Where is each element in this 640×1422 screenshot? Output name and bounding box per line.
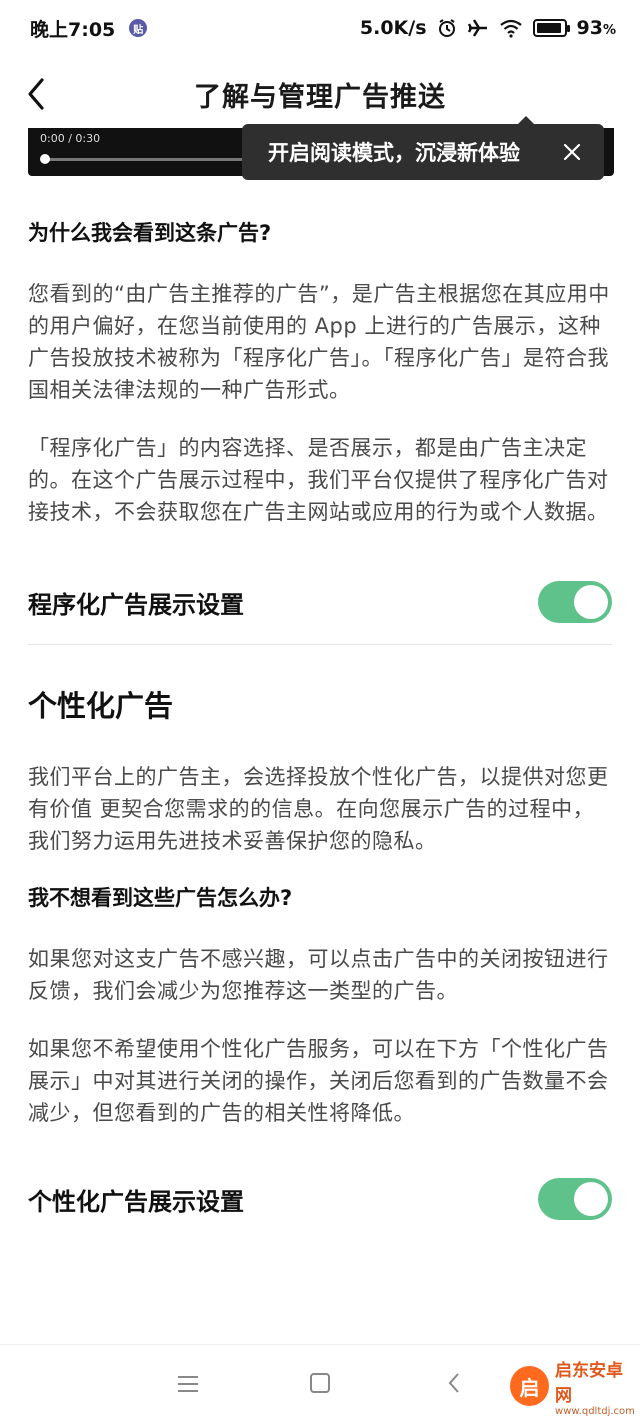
- battery-level: 93: [576, 17, 603, 39]
- notification-badge-icon: 贴: [129, 19, 148, 37]
- toggle-knob: [574, 585, 608, 619]
- chevron-left-icon[interactable]: [22, 74, 54, 114]
- watermark-text: 启东安卓网 www.qdltdj.com: [555, 1356, 638, 1417]
- status-time: 晚上7:05: [30, 18, 116, 41]
- why-heading: 为什么我会看到这条广告?: [28, 221, 272, 245]
- programmatic-ad-setting-label: 程序化广告展示设置: [28, 590, 244, 619]
- programmatic-ad-toggle[interactable]: [538, 581, 612, 623]
- page-title: 了解与管理广告推送: [194, 81, 446, 113]
- article-content: 为什么我会看到这条广告? 您看到的“由广告主推荐的广告”，是广告主根据您在其应用…: [28, 200, 612, 1239]
- app-header: 了解与管理广告推送: [0, 56, 640, 132]
- toggle-knob: [574, 1182, 608, 1216]
- alarm-icon: [438, 19, 455, 37]
- close-icon[interactable]: [562, 142, 582, 162]
- personalized-paragraph: 我们平台上的广告主，会选择投放个性化广告，以提供对您更有价值 更契合您需求的的信…: [28, 765, 609, 853]
- battery-percent: 93%: [576, 17, 616, 39]
- battery-fill: [536, 23, 561, 33]
- status-bar: 晚上7:05 贴 5.0K/s 93%: [0, 0, 640, 56]
- back-icon[interactable]: [446, 1371, 462, 1395]
- video-time: 0:00 / 0:30: [40, 132, 101, 145]
- why-paragraph-1: 您看到的“由广告主推荐的广告”，是广告主根据您在其应用中的用户偏好，在您当前使用…: [28, 282, 610, 402]
- screen: 晚上7:05 贴 5.0K/s 93% 了解与管理广告推送 0:00 / 0:3…: [0, 0, 640, 1422]
- battery-icon: [532, 19, 570, 37]
- home-icon[interactable]: [310, 1373, 330, 1393]
- video-progress-knob[interactable]: [40, 154, 50, 164]
- programmatic-ad-setting-row: 程序化广告展示设置: [28, 562, 612, 642]
- dont-want-paragraph-1: 如果您对这支广告不感兴趣，可以点击广告中的关闭按钮进行反馈，我们会减少为您推荐这…: [28, 947, 609, 1003]
- watermark-name: 启东安卓网: [555, 1360, 624, 1406]
- personalized-ad-toggle[interactable]: [538, 1178, 612, 1220]
- divider: [28, 644, 612, 645]
- personalized-ad-setting-row: 个性化广告展示设置: [28, 1159, 612, 1239]
- reading-mode-tooltip[interactable]: 开启阅读模式，沉浸新体验: [242, 116, 604, 180]
- personalized-ad-setting-label: 个性化广告展示设置: [28, 1187, 244, 1216]
- network-speed: 5.0K/s: [359, 17, 427, 39]
- dont-want-heading: 我不想看到这些广告怎么办?: [28, 886, 293, 910]
- status-right: 5.0K/s 93%: [360, 17, 616, 39]
- dont-want-paragraph-2: 如果您不希望使用个性化广告服务，可以在下方「个性化广告展示」中对其进行关闭的操作…: [28, 1037, 609, 1125]
- wifi-icon: [499, 19, 522, 38]
- menu-icon[interactable]: [176, 1375, 200, 1393]
- personalized-heading: 个性化广告: [28, 689, 174, 723]
- watermark-logo-icon: 启: [510, 1366, 550, 1406]
- tooltip-text[interactable]: 开启阅读模式，沉浸新体验: [268, 137, 520, 167]
- why-paragraph-2: 「程序化广告」的内容选择、是否展示，都是由广告主决定的。在这个广告展示过程中，我…: [28, 436, 609, 524]
- watermark-url: www.qdltdj.com: [555, 1405, 635, 1417]
- airplane-icon: [467, 19, 487, 37]
- watermark: 启 启东安卓网 www.qdltdj.com: [510, 1356, 638, 1417]
